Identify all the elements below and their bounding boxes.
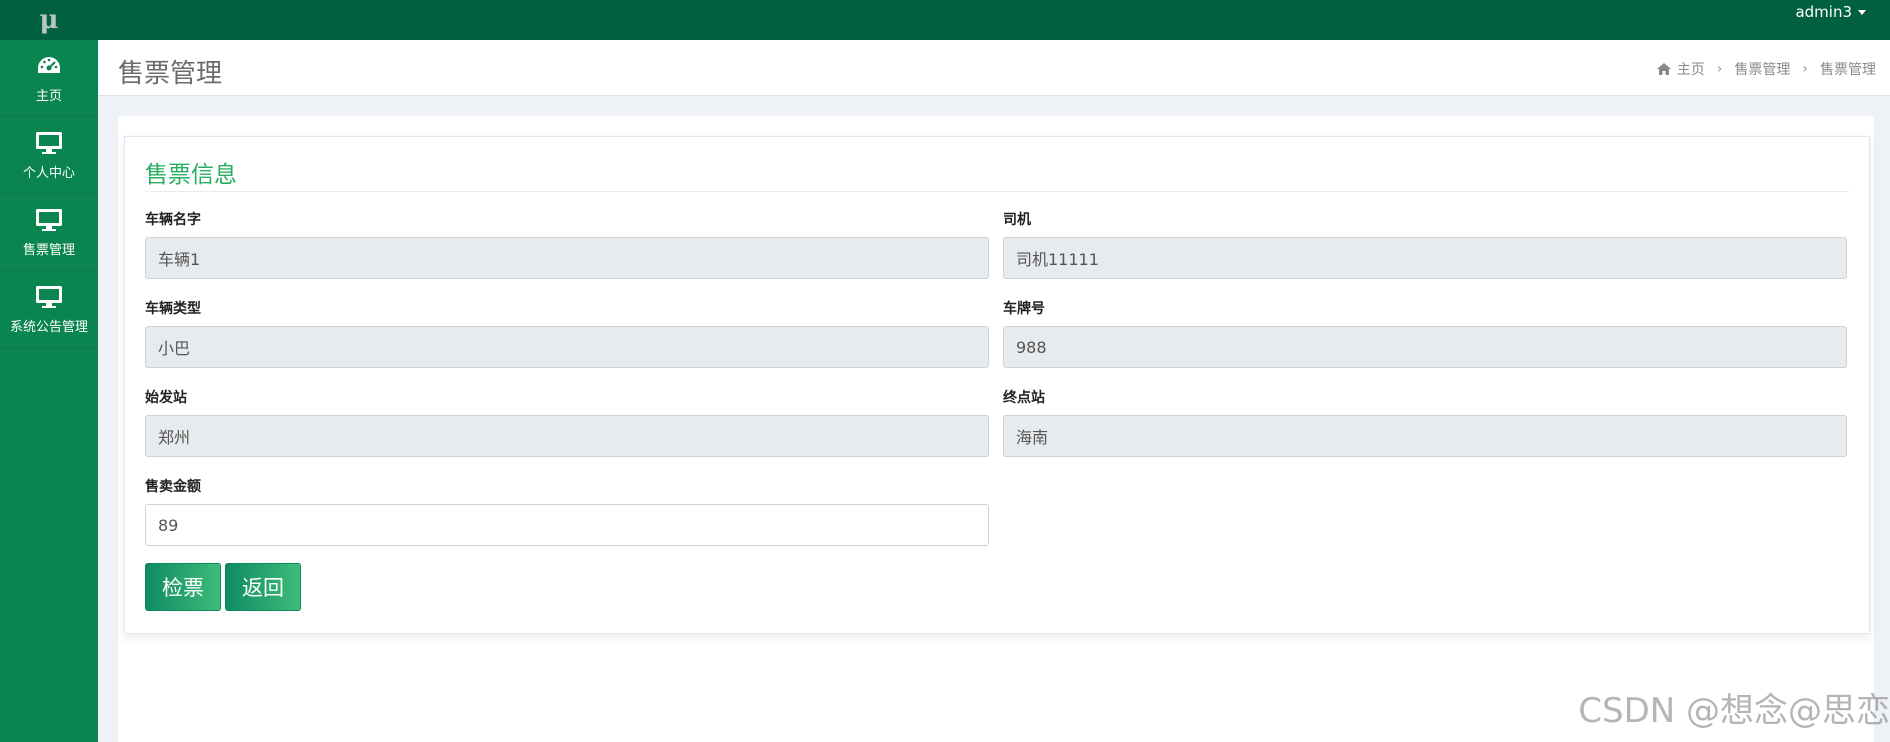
field-label: 司机 <box>1003 212 1031 228</box>
caret-down-icon <box>1858 9 1866 15</box>
ticket-info-panel: 售票信息 车辆名字 车辆1 司机 司机11111 车辆类型 小巴 车牌号 988… <box>124 136 1870 634</box>
back-button[interactable]: 返回 <box>225 563 301 611</box>
breadcrumb-current: 售票管理 <box>1820 62 1876 78</box>
field-label: 始发站 <box>145 390 187 406</box>
user-menu[interactable]: admin3 <box>1795 3 1866 21</box>
field-label: 车辆类型 <box>145 301 201 317</box>
driver-input[interactable]: 司机11111 <box>1003 237 1847 279</box>
destination-field: 终点站 海南 <box>1003 387 1847 457</box>
sidebar: μ 主页 个人中心 售票管理 系统公告管理 <box>0 0 98 742</box>
origin-field: 始发站 郑州 <box>145 387 989 457</box>
panel-title: 售票信息 <box>145 162 237 188</box>
vehicle-name-field: 车辆名字 车辆1 <box>145 209 989 279</box>
breadcrumb-separator: › <box>1716 61 1723 77</box>
sidebar-item-announcement-management[interactable]: 系统公告管理 <box>0 271 98 348</box>
field-label: 车牌号 <box>1003 301 1045 317</box>
sidebar-item-ticket-management[interactable]: 售票管理 <box>0 194 98 271</box>
main-content: 售票信息 车辆名字 车辆1 司机 司机11111 车辆类型 小巴 车牌号 988… <box>118 116 1874 742</box>
monitor-icon <box>34 207 64 233</box>
sidebar-item-label: 主页 <box>35 88 62 104</box>
amount-input[interactable]: 89 <box>145 504 989 546</box>
amount-field: 售卖金额 89 <box>145 476 989 546</box>
top-navbar: admin3 <box>98 0 1890 40</box>
plate-input[interactable]: 988 <box>1003 326 1847 368</box>
breadcrumb-home[interactable]: 主页 <box>1677 59 1705 79</box>
monitor-icon <box>34 130 64 156</box>
vehicle-type-input[interactable]: 小巴 <box>145 326 989 368</box>
page-header: 售票管理 主页 › 售票管理 › 售票管理 <box>98 40 1890 96</box>
vehicle-name-input[interactable]: 车辆1 <box>145 237 989 279</box>
dashboard-icon <box>34 53 64 79</box>
breadcrumb-item[interactable]: 售票管理 <box>1734 59 1790 79</box>
plate-field: 车牌号 988 <box>1003 298 1847 368</box>
field-label: 车辆名字 <box>145 212 201 228</box>
origin-input[interactable]: 郑州 <box>145 415 989 457</box>
field-label: 终点站 <box>1003 390 1045 406</box>
destination-input[interactable]: 海南 <box>1003 415 1847 457</box>
driver-field: 司机 司机11111 <box>1003 209 1847 279</box>
sidebar-item-label: 售票管理 <box>22 242 75 258</box>
check-ticket-button[interactable]: 检票 <box>145 563 221 611</box>
logo-text: μ <box>39 5 59 35</box>
home-icon <box>1656 63 1671 75</box>
watermark: CSDN @想念@思恋 <box>1578 691 1890 731</box>
vehicle-type-field: 车辆类型 小巴 <box>145 298 989 368</box>
monitor-icon <box>34 284 64 310</box>
breadcrumb: 主页 › 售票管理 › 售票管理 <box>1656 59 1876 79</box>
sidebar-item-personal-center[interactable]: 个人中心 <box>0 117 98 194</box>
divider <box>145 191 1849 192</box>
sidebar-item-home[interactable]: 主页 <box>0 40 98 117</box>
sidebar-item-label: 系统公告管理 <box>9 319 88 335</box>
field-label: 售卖金额 <box>145 479 201 495</box>
page-title: 售票管理 <box>118 59 223 89</box>
logo[interactable]: μ <box>0 0 98 40</box>
breadcrumb-separator: › <box>1802 61 1808 77</box>
username: admin3 <box>1795 3 1852 21</box>
sidebar-item-label: 个人中心 <box>22 165 75 181</box>
